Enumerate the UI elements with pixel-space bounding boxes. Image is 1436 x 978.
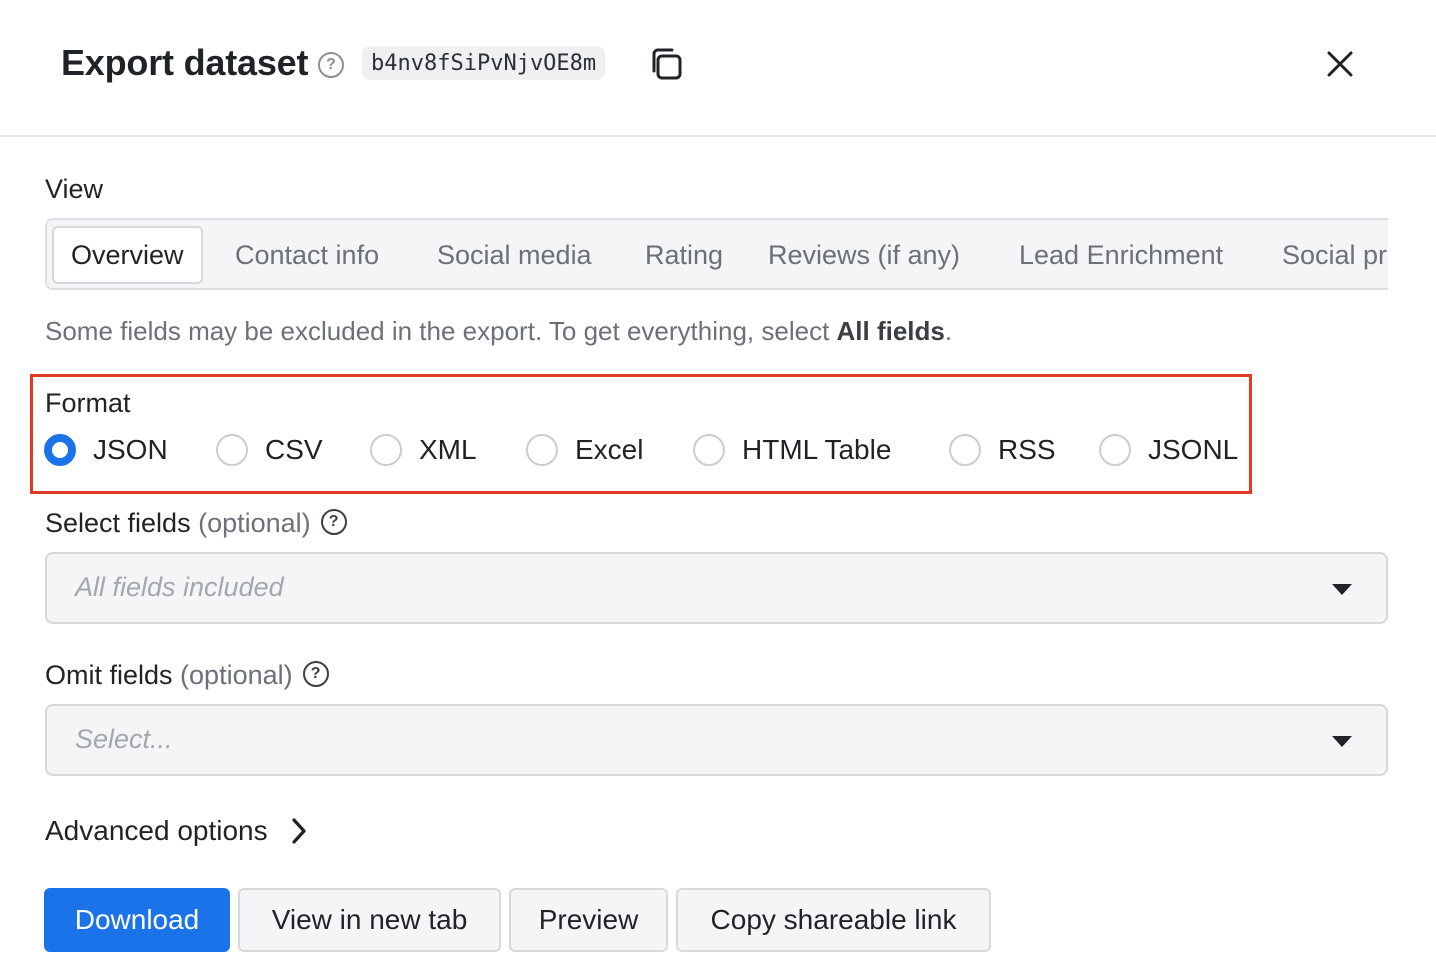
select-fields-help-icon[interactable]: ? bbox=[320, 508, 347, 535]
format-radio-excel[interactable]: Excel bbox=[526, 434, 643, 466]
radio-unchecked-icon bbox=[370, 434, 402, 466]
dialog-title: Export dataset bbox=[61, 42, 309, 83]
radio-checked-icon bbox=[44, 434, 76, 466]
omit-fields-dropdown[interactable]: Select... bbox=[45, 704, 1388, 776]
radio-unchecked-icon bbox=[526, 434, 558, 466]
omit-fields-help-icon[interactable]: ? bbox=[302, 660, 329, 687]
radio-unchecked-icon bbox=[216, 434, 248, 466]
dialog-header: Export dataset ? b4nv8fSiPvNjvOE8m bbox=[0, 0, 1436, 137]
format-option-label: JSONL bbox=[1148, 434, 1239, 465]
caret-down-icon bbox=[1332, 736, 1352, 747]
format-radio-json[interactable]: JSON bbox=[44, 434, 168, 466]
format-option-label: Excel bbox=[575, 434, 644, 465]
tab-social-profiles[interactable]: Social profiles bbox=[1282, 226, 1388, 284]
omit-fields-placeholder: Select... bbox=[75, 724, 173, 754]
format-option-label: XML bbox=[419, 434, 477, 465]
format-radio-html-table[interactable]: HTML Table bbox=[693, 434, 891, 466]
advanced-options-toggle[interactable]: Advanced options bbox=[45, 815, 308, 847]
preview-button[interactable]: Preview bbox=[509, 888, 668, 952]
export-dataset-dialog: Export dataset ? b4nv8fSiPvNjvOE8m View … bbox=[0, 0, 1436, 978]
format-radio-xml[interactable]: XML bbox=[370, 434, 477, 466]
advanced-options-label: Advanced options bbox=[45, 815, 268, 846]
close-icon[interactable] bbox=[1322, 46, 1358, 82]
tab-overview[interactable]: Overview bbox=[52, 226, 203, 284]
hint-all-fields: All fields bbox=[836, 316, 945, 346]
select-fields-optional: (optional) bbox=[198, 508, 311, 538]
tab-social-media[interactable]: Social media bbox=[437, 226, 592, 284]
export-hint: Some fields may be excluded in the expor… bbox=[45, 316, 952, 347]
hint-prefix: Some fields may be excluded in the expor… bbox=[45, 316, 837, 346]
format-option-label: RSS bbox=[998, 434, 1056, 465]
hint-suffix: . bbox=[944, 316, 953, 346]
select-fields-label: Select fields (optional)? bbox=[45, 508, 347, 539]
omit-fields-label: Omit fields (optional)? bbox=[45, 660, 329, 691]
dataset-id-badge: b4nv8fSiPvNjvOE8m bbox=[362, 46, 606, 80]
select-fields-title: Select fields bbox=[45, 508, 191, 538]
chevron-right-icon bbox=[292, 818, 306, 844]
format-option-label: CSV bbox=[265, 434, 323, 465]
download-button[interactable]: Download bbox=[44, 888, 230, 952]
select-fields-dropdown[interactable]: All fields included bbox=[45, 552, 1388, 624]
title-help-icon[interactable]: ? bbox=[318, 52, 344, 78]
radio-unchecked-icon bbox=[693, 434, 725, 466]
view-tabs: Overview Contact info Social media Ratin… bbox=[45, 218, 1388, 290]
tab-reviews[interactable]: Reviews (if any) bbox=[768, 226, 960, 284]
format-radio-rss[interactable]: RSS bbox=[949, 434, 1056, 466]
view-in-new-tab-button[interactable]: View in new tab bbox=[238, 888, 501, 952]
omit-fields-title: Omit fields bbox=[45, 660, 173, 690]
format-label: Format bbox=[45, 388, 131, 418]
view-label: View bbox=[45, 174, 104, 204]
omit-fields-optional: (optional) bbox=[180, 660, 293, 690]
tab-rating[interactable]: Rating bbox=[645, 226, 723, 284]
format-radio-csv[interactable]: CSV bbox=[216, 434, 323, 466]
format-option-label: HTML Table bbox=[742, 434, 892, 465]
radio-unchecked-icon bbox=[949, 434, 981, 466]
copy-icon[interactable] bbox=[648, 46, 684, 82]
tab-contact-info[interactable]: Contact info bbox=[235, 226, 379, 284]
select-fields-placeholder: All fields included bbox=[75, 572, 284, 602]
copy-shareable-link-button[interactable]: Copy shareable link bbox=[676, 888, 991, 952]
format-radio-jsonl[interactable]: JSONL bbox=[1099, 434, 1238, 466]
tab-lead-enrichment[interactable]: Lead Enrichment bbox=[1019, 226, 1223, 284]
format-option-label: JSON bbox=[93, 434, 168, 465]
radio-unchecked-icon bbox=[1099, 434, 1131, 466]
caret-down-icon bbox=[1332, 584, 1352, 595]
